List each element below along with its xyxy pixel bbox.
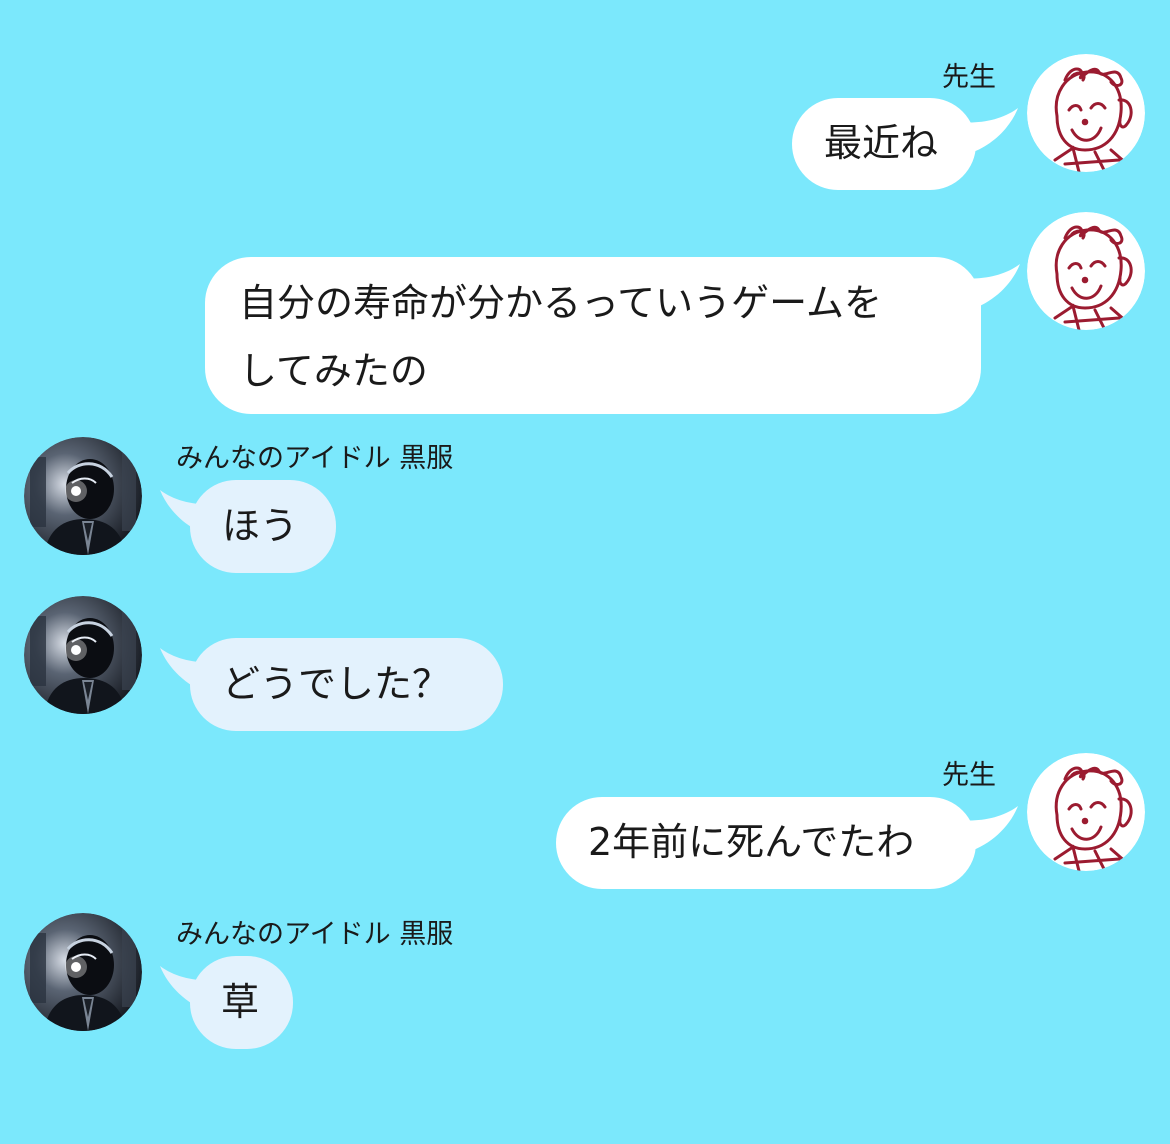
message-bubble[interactable]: どうでした？ xyxy=(190,638,503,731)
message-bubble[interactable]: ほう xyxy=(190,480,336,573)
message-bubble[interactable]: 2年前に死んでたわ xyxy=(556,797,976,889)
message-text-line: 自分の寿命が分かるっていうゲームを xyxy=(239,281,882,325)
message-text: 2年前に死んでたわ xyxy=(588,820,915,864)
message-bubble[interactable]: 最近ね xyxy=(792,98,976,190)
message-text: 草 xyxy=(221,980,260,1024)
message-text: 最近ね xyxy=(824,121,939,165)
dark-suit-figure-icon[interactable] xyxy=(24,437,142,555)
dark-suit-figure-icon[interactable] xyxy=(24,596,142,714)
message-text-line: してみたの xyxy=(239,349,428,393)
smiley-doodle-icon[interactable] xyxy=(1027,54,1145,172)
dark-suit-figure-icon[interactable] xyxy=(24,913,142,1031)
sender-name: みんなのアイドル 黒服 xyxy=(176,443,454,474)
sender-name: みんなのアイドル 黒服 xyxy=(176,919,454,950)
sender-name: 先生 xyxy=(942,62,996,93)
chat-thread: 先生 最近ね 自分の寿命が分かるっていうゲームを してみたの みんなのアイドル … xyxy=(0,0,1170,1144)
smiley-doodle-icon[interactable] xyxy=(1027,212,1145,330)
message-bubble[interactable]: 草 xyxy=(190,956,293,1049)
message-bubble[interactable]: 自分の寿命が分かるっていうゲームを してみたの xyxy=(205,257,981,414)
message-text: ほう xyxy=(222,504,299,548)
smiley-doodle-icon[interactable] xyxy=(1027,753,1145,871)
sender-name: 先生 xyxy=(942,760,996,791)
message-text: どうでした？ xyxy=(222,662,451,706)
